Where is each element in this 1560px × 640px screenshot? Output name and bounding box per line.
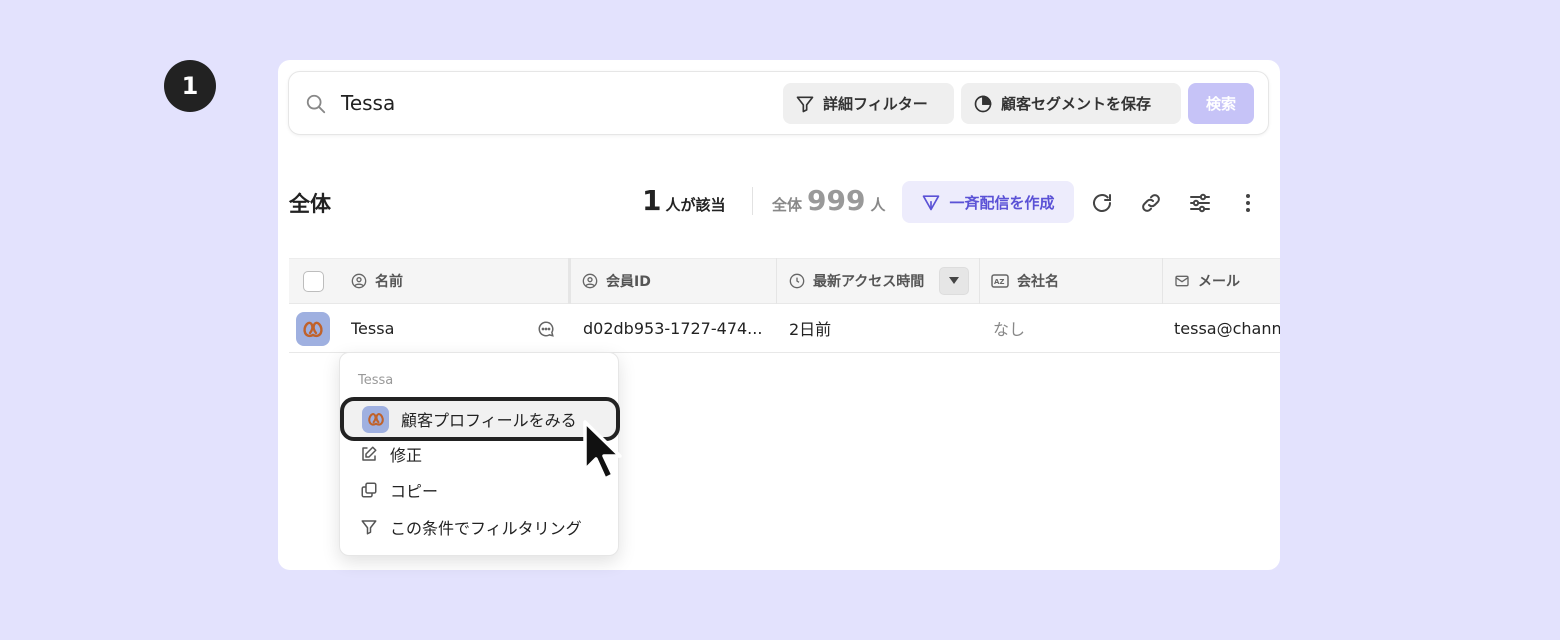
settings-sliders-icon[interactable] (1188, 191, 1212, 215)
chat-icon[interactable] (537, 320, 555, 338)
cell-name[interactable]: Tessa (351, 304, 394, 352)
copy-icon (361, 482, 377, 498)
save-segment-button[interactable]: 顧客セグメントを保存 (961, 83, 1181, 124)
menu-item-edit-label: 修正 (390, 446, 423, 465)
column-header-email-label: メール (1198, 274, 1240, 290)
column-header-company-label: 会社名 (1017, 274, 1059, 290)
filter-icon (796, 96, 814, 112)
step-number-badge: 1 (164, 60, 216, 112)
total-count-number: 999 (807, 184, 866, 217)
more-vertical-icon[interactable] (1236, 191, 1260, 215)
link-icon[interactable] (1139, 191, 1163, 215)
filter-icon (361, 520, 377, 535)
page-title: 全体 (289, 192, 331, 216)
advanced-filter-label: 詳細フィルター (823, 95, 928, 113)
menu-item-view-profile-label: 顧客プロフィールをみる (401, 411, 577, 430)
total-count: 全体 999 人 (772, 184, 885, 217)
column-header-email[interactable]: メール (1162, 259, 1240, 303)
clock-icon (789, 273, 805, 289)
mouse-cursor-icon (583, 420, 622, 481)
menu-item-copy[interactable]: コピー (352, 473, 608, 507)
column-header-last-access[interactable]: 最新アクセス時間 (777, 259, 924, 303)
send-icon (923, 195, 940, 211)
mail-icon (1175, 275, 1189, 287)
search-input[interactable]: Tessa (341, 91, 395, 115)
column-header-company[interactable]: AZ 会社名 (979, 259, 1059, 303)
menu-item-view-profile[interactable]: 顧客プロフィールをみる (340, 397, 620, 441)
sort-dropdown-button[interactable] (939, 267, 969, 295)
column-header-name[interactable]: 名前 (339, 259, 403, 303)
menu-item-filter[interactable]: この条件でフィルタリング (352, 510, 608, 544)
search-icon (306, 94, 326, 114)
column-header-last-access-label: 最新アクセス時間 (813, 274, 925, 290)
cell-email[interactable]: tessa@channel (1174, 304, 1280, 352)
caret-down-icon (949, 277, 959, 284)
create-broadcast-label: 一斉配信を作成 (949, 193, 1055, 212)
table-row[interactable]: Tessa d02db953-1727-474... 2日前 なし tessa@… (289, 304, 1280, 353)
cell-member-id[interactable]: d02db953-1727-474... (583, 304, 779, 352)
menu-item-filter-label: この条件でフィルタリング (390, 519, 582, 538)
menu-item-edit[interactable]: 修正 (352, 437, 608, 471)
pie-chart-icon (974, 95, 992, 112)
total-count-label: 全体 (772, 196, 803, 214)
column-header-member-id[interactable]: 会員ID (570, 259, 651, 303)
user-circle-icon (351, 273, 367, 289)
search-button-label: 検索 (1205, 95, 1236, 113)
edit-icon (362, 446, 377, 461)
context-menu: Tessa 顧客プロフィールをみる 修正 コピー この条件でフィルタリング (339, 352, 620, 556)
text-field-icon: AZ (991, 274, 1009, 288)
select-all-checkbox[interactable] (303, 271, 324, 292)
save-segment-label: 顧客セグメントを保存 (1001, 95, 1152, 113)
user-circle-icon (582, 273, 598, 289)
search-button[interactable]: 検索 (1188, 83, 1254, 124)
match-count-number: 1 (642, 184, 662, 217)
divider (752, 187, 753, 215)
column-header-member-id-label: 会員ID (606, 274, 651, 290)
total-count-unit: 人 (870, 196, 886, 214)
context-menu-header: Tessa (358, 373, 394, 388)
avatar-icon (362, 405, 389, 433)
pretzel-icon (303, 321, 323, 338)
cell-company[interactable]: なし (993, 304, 1025, 352)
table-header: 名前 会員ID 最新アクセス時間 AZ 会社名 メール (289, 258, 1280, 304)
search-bar: Tessa 詳細フィルター 顧客セグメントを保存 検索 (288, 71, 1269, 135)
column-header-name-label: 名前 (375, 274, 403, 290)
match-count: 1 人が該当 (642, 184, 726, 217)
match-count-label: 人が該当 (665, 196, 726, 214)
refresh-icon[interactable] (1090, 191, 1114, 215)
menu-item-copy-label: コピー (390, 482, 439, 501)
cell-last-access[interactable]: 2日前 (789, 304, 831, 352)
create-broadcast-button[interactable]: 一斉配信を作成 (902, 181, 1074, 223)
svg-text:AZ: AZ (994, 278, 1005, 286)
customer-avatar[interactable] (296, 312, 330, 346)
advanced-filter-button[interactable]: 詳細フィルター (783, 83, 954, 124)
